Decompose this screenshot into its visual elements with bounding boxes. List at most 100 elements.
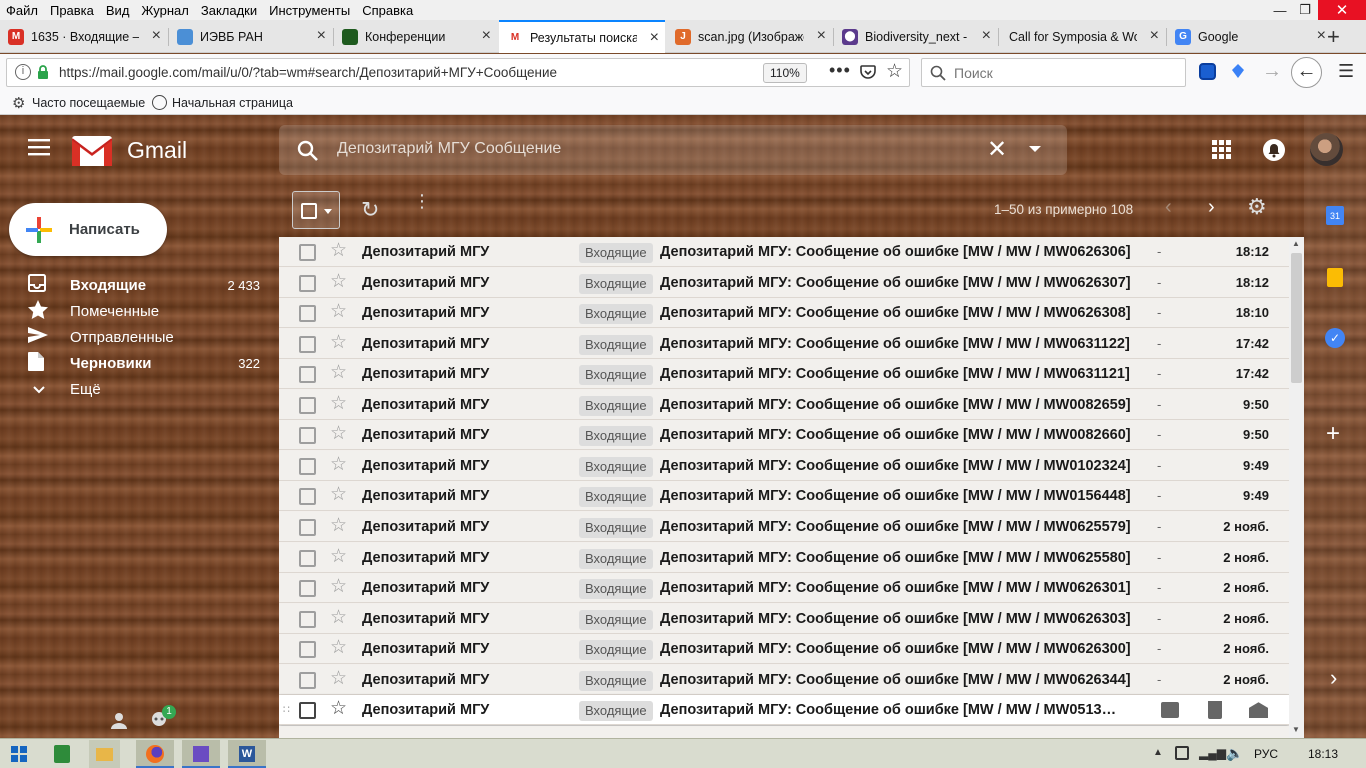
star-icon[interactable]: ☆: [330, 485, 347, 505]
add-addon-icon[interactable]: +: [1326, 420, 1340, 448]
star-icon[interactable]: ☆: [330, 241, 347, 261]
row-checkbox[interactable]: [299, 366, 316, 384]
close-tab-icon[interactable]: ×: [650, 29, 659, 47]
firefox-app-icon[interactable]: [136, 740, 174, 768]
email-row[interactable]: [279, 725, 1289, 738]
email-label[interactable]: Входящие: [579, 334, 653, 355]
hamburger-menu-icon[interactable]: ☰: [1338, 61, 1354, 82]
email-row[interactable]: ☆ Депозитарий МГУ Входящие Депозитарий МГУ:…: [279, 328, 1289, 359]
search-icon[interactable]: [297, 140, 318, 161]
word-app-icon[interactable]: W: [228, 740, 266, 768]
close-tab-icon[interactable]: ×: [152, 27, 161, 45]
gmail-logo-icon[interactable]: [71, 136, 113, 169]
row-checkbox[interactable]: [299, 702, 316, 720]
browser-tab[interactable]: G Google ×: [1167, 20, 1332, 53]
lock-icon[interactable]: [37, 65, 49, 83]
star-icon[interactable]: ☆: [330, 515, 347, 536]
row-checkbox[interactable]: [299, 396, 316, 414]
menu-item[interactable]: Справка: [356, 3, 419, 18]
archive-icon[interactable]: [1161, 702, 1179, 719]
email-label[interactable]: Входящие: [579, 640, 653, 661]
email-label[interactable]: Входящие: [579, 609, 653, 630]
scrollbar-thumb[interactable]: [1291, 253, 1302, 383]
expand-panel-icon[interactable]: ›: [1330, 665, 1337, 691]
extension-icon[interactable]: [1229, 62, 1247, 80]
email-label[interactable]: Входящие: [579, 517, 653, 538]
email-row[interactable]: ☆ Депозитарий МГУ Входящие Депозитарий МГУ:…: [279, 267, 1289, 298]
settings-gear-icon[interactable]: ⚙: [1247, 194, 1267, 220]
notifications-icon[interactable]: [1263, 139, 1285, 161]
browser-tab[interactable]: Call for Symposia & Wo ×: [999, 20, 1165, 53]
delete-icon[interactable]: [1208, 701, 1222, 720]
mark-read-icon[interactable]: [1249, 702, 1268, 719]
contacts-icon[interactable]: [110, 711, 128, 732]
compose-button[interactable]: Написать: [9, 203, 167, 256]
prev-page-icon[interactable]: ‹: [1165, 196, 1172, 219]
info-icon[interactable]: i: [15, 64, 31, 80]
email-label[interactable]: Входящие: [579, 579, 653, 600]
language-indicator[interactable]: РУС: [1254, 747, 1278, 761]
row-checkbox[interactable]: [299, 488, 316, 506]
email-label[interactable]: Входящие: [579, 365, 653, 386]
browser-tab[interactable]: Jscan.jpg (Изображе ×: [667, 20, 832, 53]
star-icon[interactable]: ☆: [330, 271, 347, 292]
bookmark-frequent[interactable]: Часто посещаемые: [32, 96, 145, 110]
row-checkbox[interactable]: [299, 274, 316, 292]
email-label[interactable]: Входящие: [579, 243, 653, 263]
sidebar-item[interactable]: Черновики 322: [28, 350, 260, 376]
menu-item[interactable]: Закладки: [195, 3, 263, 18]
search-options-icon[interactable]: [1029, 146, 1041, 152]
clear-search-icon[interactable]: ✕: [987, 135, 1007, 164]
close-window-button[interactable]: ✕: [1318, 0, 1366, 20]
browser-search-box[interactable]: Поиск: [921, 58, 1186, 87]
close-tab-icon[interactable]: ×: [317, 27, 326, 45]
row-checkbox[interactable]: [299, 671, 316, 689]
menu-item[interactable]: Правка: [44, 3, 100, 18]
email-list-scrollbar[interactable]: ▲ ▼: [1289, 237, 1304, 738]
email-label[interactable]: Входящие: [579, 273, 653, 294]
bookmark-star-icon[interactable]: ☆: [886, 60, 903, 83]
star-icon[interactable]: ☆: [330, 577, 347, 597]
email-row[interactable]: ☆ Депозитарий МГУ Входящие Депозитарий МГУ:…: [279, 634, 1289, 665]
forward-arrow-icon[interactable]: →: [1262, 60, 1282, 83]
tray-chevron-icon[interactable]: ▲: [1153, 747, 1163, 758]
apps-grid-icon[interactable]: [1212, 140, 1231, 162]
email-label[interactable]: Входящие: [579, 304, 653, 325]
sidebar-item[interactable]: Входящие 2 433: [28, 272, 260, 298]
refresh-icon[interactable]: ↻: [361, 197, 379, 223]
windows-start-icon[interactable]: [11, 746, 27, 765]
mail-search-query[interactable]: Депозитарий МГУ Сообщение: [337, 140, 561, 158]
row-checkbox[interactable]: [299, 305, 316, 323]
email-label[interactable]: Входящие: [579, 548, 653, 569]
url-text[interactable]: https://mail.google.com/mail/u/0/?tab=wm…: [59, 65, 557, 80]
menu-item[interactable]: Журнал: [135, 3, 194, 18]
pocket-icon[interactable]: [859, 63, 877, 84]
row-checkbox[interactable]: [299, 641, 316, 659]
row-checkbox[interactable]: [299, 244, 316, 261]
volume-icon[interactable]: 🔈: [1226, 745, 1243, 762]
close-tab-icon[interactable]: ×: [482, 27, 491, 45]
star-icon[interactable]: ☆: [330, 393, 347, 414]
menu-item[interactable]: Файл: [0, 3, 44, 18]
email-label[interactable]: Входящие: [579, 670, 653, 691]
caret-down-icon[interactable]: [324, 209, 332, 214]
email-row[interactable]: ☆ Депозитарий МГУ Входящие Депозитарий МГУ:…: [279, 237, 1289, 267]
email-row[interactable]: ☆ Депозитарий МГУ Входящие Депозитарий МГУ:…: [279, 359, 1289, 390]
row-checkbox[interactable]: [299, 518, 316, 536]
keep-icon[interactable]: [1327, 268, 1343, 287]
star-icon[interactable]: ☆: [330, 302, 347, 322]
browser-tab[interactable]: ИЭВБ РАН ×: [169, 20, 332, 53]
star-icon[interactable]: ☆: [330, 454, 347, 475]
email-row[interactable]: ☆ Депозитарий МГУ Входящие Депозитарий МГУ:…: [279, 481, 1289, 512]
row-checkbox[interactable]: [299, 610, 316, 628]
sidebar-item[interactable]: Отправленные: [28, 324, 260, 350]
email-row[interactable]: ☆ Депозитарий МГУ Входящие Депозитарий МГУ:…: [279, 389, 1289, 420]
star-icon[interactable]: ☆: [330, 424, 347, 444]
star-icon[interactable]: ☆: [330, 332, 347, 353]
row-checkbox[interactable]: [299, 335, 316, 353]
browser-tab[interactable]: ⬤ Biodiversity_next - b ×: [834, 20, 997, 53]
browser-tab[interactable]: Конференции ×: [334, 20, 497, 53]
star-icon[interactable]: ☆: [330, 546, 347, 567]
star-icon[interactable]: ☆: [330, 363, 347, 383]
close-tab-icon[interactable]: ×: [817, 27, 826, 45]
